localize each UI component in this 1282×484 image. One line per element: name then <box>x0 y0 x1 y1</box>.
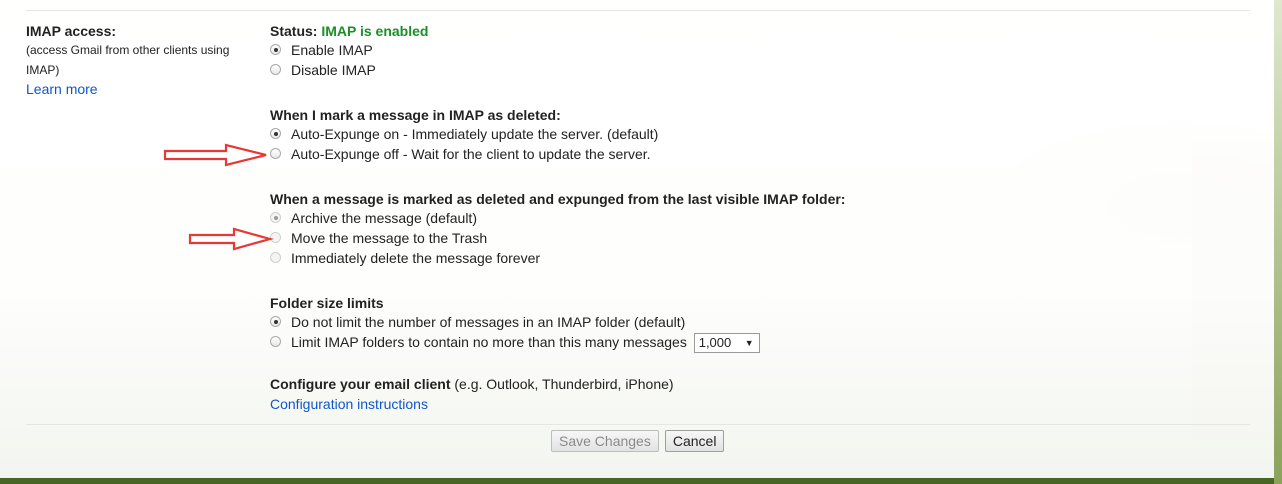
top-divider <box>26 10 1250 11</box>
background-edge <box>1274 0 1282 484</box>
limit-folders-option[interactable]: Limit IMAP folders to contain no more th… <box>270 332 760 354</box>
expunged-section: When a message is marked as deleted and … <box>270 190 845 268</box>
auto-expunge-on-label: Auto-Expunge on - Immediately update the… <box>291 126 659 142</box>
limit-folders-label: Limit IMAP folders to contain no more th… <box>291 334 687 350</box>
message-limit-value: 1,000 <box>698 335 732 351</box>
configure-hint: (e.g. Outlook, Thunderbird, iPhone) <box>454 376 674 392</box>
cancel-button[interactable]: Cancel <box>664 430 725 452</box>
learn-more-link[interactable]: Learn more <box>26 80 256 98</box>
form-buttons: Save Changes Cancel <box>551 430 730 452</box>
configure-section: Configure your email client (e.g. Outloo… <box>270 375 674 414</box>
disable-imap-radio[interactable] <box>270 64 281 75</box>
configure-heading-text: Configure your email client <box>270 376 451 392</box>
status-heading: Status: IMAP is enabled <box>270 22 428 40</box>
move-to-trash-label: Move the message to the Trash <box>291 230 488 246</box>
imap-settings-panel: IMAP access: (access Gmail from other cl… <box>0 0 1274 478</box>
status-label: Status: <box>270 23 318 39</box>
enable-imap-label: Enable IMAP <box>291 42 373 58</box>
move-to-trash-option[interactable]: Move the message to the Trash <box>270 228 845 248</box>
no-limit-radio[interactable] <box>270 316 281 327</box>
deleted-section: When I mark a message in IMAP as deleted… <box>270 106 658 164</box>
folder-size-section: Folder size limits Do not limit the numb… <box>270 294 760 354</box>
archive-message-option[interactable]: Archive the message (default) <box>270 208 845 228</box>
limit-folders-radio[interactable] <box>270 336 281 347</box>
auto-expunge-on-radio[interactable] <box>270 128 281 139</box>
imap-access-label-column: IMAP access: (access Gmail from other cl… <box>26 22 256 98</box>
status-section: Status: IMAP is enabled Enable IMAP Disa… <box>270 22 428 80</box>
configuration-instructions-link[interactable]: Configuration instructions <box>270 396 428 412</box>
auto-expunge-off-label: Auto-Expunge off - Wait for the client t… <box>291 146 651 162</box>
auto-expunge-on-option[interactable]: Auto-Expunge on - Immediately update the… <box>270 124 658 144</box>
imap-access-title: IMAP access: <box>26 23 117 39</box>
auto-expunge-off-option[interactable]: Auto-Expunge off - Wait for the client t… <box>270 144 658 164</box>
save-changes-button[interactable]: Save Changes <box>551 430 659 452</box>
archive-message-label: Archive the message (default) <box>291 210 477 226</box>
dropdown-arrow-icon: ▼ <box>744 338 754 349</box>
status-value: IMAP is enabled <box>321 23 429 39</box>
annotation-arrow-icon <box>163 143 267 167</box>
message-limit-select[interactable]: 1,000 ▼ <box>693 333 760 354</box>
configure-heading: Configure your email client (e.g. Outloo… <box>270 375 674 393</box>
no-limit-label: Do not limit the number of messages in a… <box>291 314 686 330</box>
no-limit-option[interactable]: Do not limit the number of messages in a… <box>270 312 760 332</box>
enable-imap-option[interactable]: Enable IMAP <box>270 40 428 60</box>
disable-imap-label: Disable IMAP <box>291 62 376 78</box>
imap-access-description: (access Gmail from other clients using I… <box>26 43 230 77</box>
disable-imap-option[interactable]: Disable IMAP <box>270 60 428 80</box>
delete-forever-option[interactable]: Immediately delete the message forever <box>270 248 845 268</box>
delete-forever-label: Immediately delete the message forever <box>291 250 541 266</box>
deleted-heading: When I mark a message in IMAP as deleted… <box>270 107 561 123</box>
enable-imap-radio[interactable] <box>270 44 281 55</box>
expunged-heading: When a message is marked as deleted and … <box>270 191 846 207</box>
folder-size-heading: Folder size limits <box>270 295 384 311</box>
archive-message-radio[interactable] <box>270 212 281 223</box>
annotation-arrow-icon <box>188 227 274 251</box>
bottom-divider <box>26 424 1250 425</box>
delete-forever-radio[interactable] <box>270 252 281 263</box>
